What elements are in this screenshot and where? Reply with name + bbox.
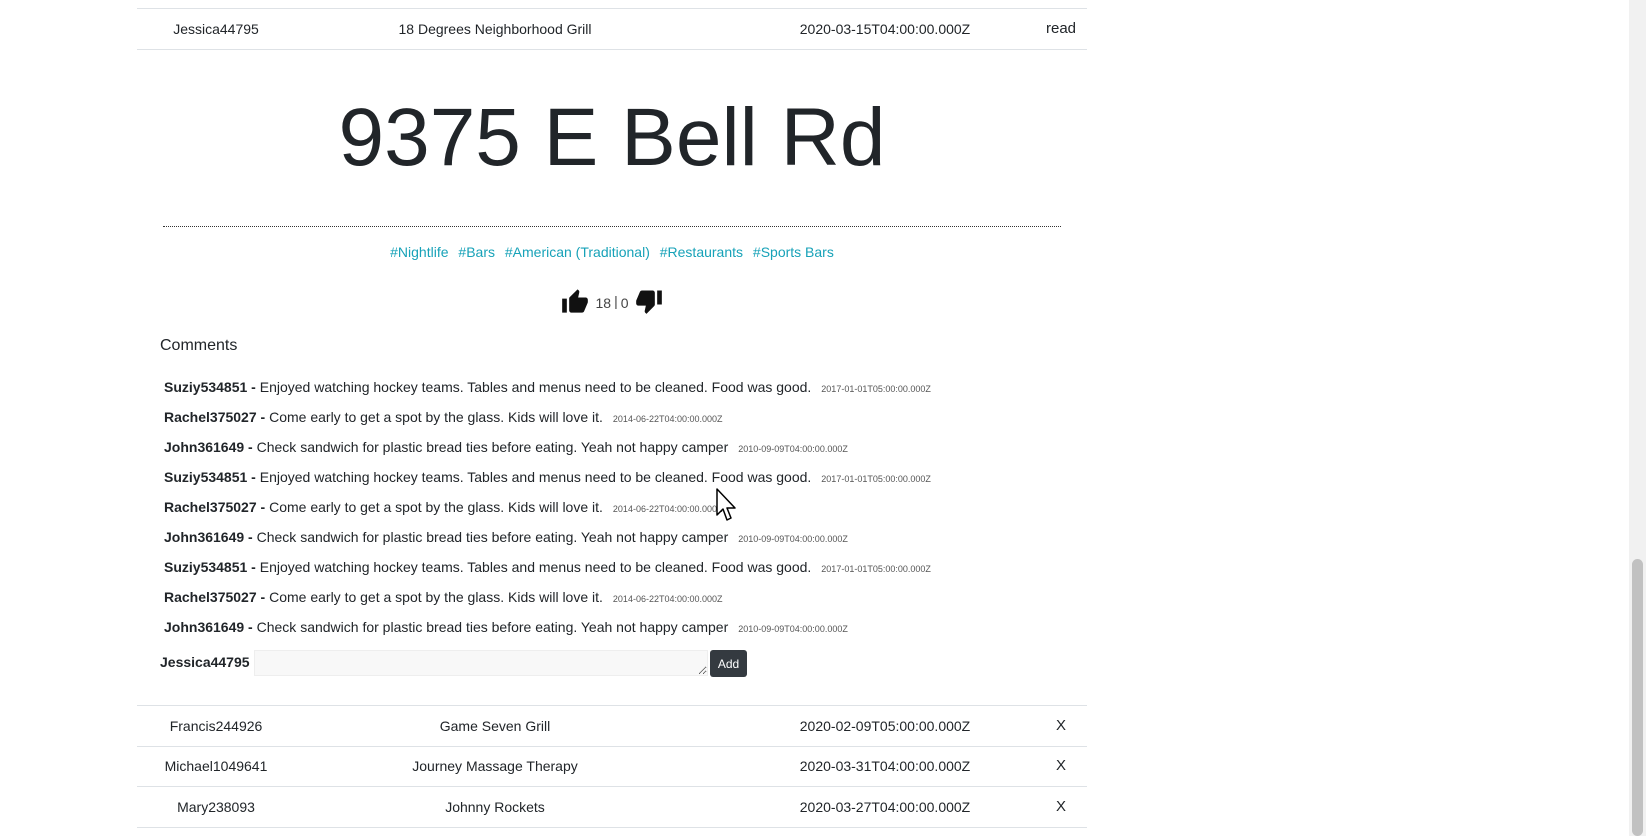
comment-text: Enjoyed watching hockey teams. Tables an… (259, 379, 812, 395)
comment-date: 2017-01-01T05:00:00.000Z (821, 564, 931, 574)
row-user: Mary238093 (177, 799, 255, 815)
comment-text: Check sandwich for plastic bread ties be… (256, 529, 729, 545)
comment-item: Suziy534851 - Enjoyed watching hockey te… (164, 469, 931, 485)
vote-separator: | (614, 293, 618, 310)
row-user: Michael1049641 (164, 758, 268, 774)
comment-author: Rachel375027 (164, 409, 257, 425)
row-date: 2020-02-09T05:00:00.000Z (799, 718, 971, 734)
tag-list: #Nightlife #Bars #American (Traditional)… (137, 244, 1087, 260)
comment-item: John361649 - Check sandwich for plastic … (164, 619, 848, 635)
row-date: 2020-03-31T04:00:00.000Z (799, 758, 971, 774)
row-date: 2020-03-15T04:00:00.000Z (799, 21, 971, 37)
comment-date: 2014-06-22T04:00:00.000Z (612, 594, 723, 604)
table-row[interactable]: Francis244926 Game Seven Grill 2020-02-0… (137, 705, 1087, 747)
table-row[interactable]: Jessica44795 18 Degrees Neighborhood Gri… (137, 8, 1087, 50)
current-user: Jessica44795 (160, 654, 250, 670)
add-comment-button[interactable]: Add (710, 650, 747, 677)
table-row[interactable]: Michael1049641 Journey Massage Therapy 2… (137, 746, 1087, 787)
scrollbar-thumb[interactable] (1632, 559, 1643, 836)
row-delete-button[interactable]: X (1035, 746, 1087, 786)
comment-item: Suziy534851 - Enjoyed watching hockey te… (164, 559, 931, 575)
comment-author: Rachel375027 (164, 499, 257, 515)
comment-item: John361649 - Check sandwich for plastic … (164, 529, 848, 545)
row-date: 2020-03-27T04:00:00.000Z (799, 799, 971, 815)
comment-date: 2010-09-09T04:00:00.000Z (738, 444, 848, 454)
comment-date: 2010-09-09T04:00:00.000Z (738, 624, 848, 634)
table-row[interactable]: Mary238093 Johnny Rockets 2020-03-27T04:… (137, 787, 1087, 828)
comment-author: Suziy534851 (164, 469, 248, 485)
comment-text: Come early to get a spot by the glass. K… (269, 589, 603, 605)
comment-item: Rachel375027 - Come early to get a spot … (164, 589, 723, 605)
comment-author: John361649 (164, 529, 245, 545)
tag-link[interactable]: #Sports Bars (753, 244, 834, 260)
comment-date: 2014-06-22T04:00:00.000Z (612, 504, 723, 514)
vote-bar: 18 | 0 (137, 287, 1087, 318)
tag-link[interactable]: #Restaurants (660, 244, 743, 260)
comment-text: Enjoyed watching hockey teams. Tables an… (259, 469, 812, 485)
vertical-scrollbar[interactable] (1629, 0, 1646, 836)
comment-date: 2010-09-09T04:00:00.000Z (738, 534, 848, 544)
comments-heading: Comments (160, 337, 238, 354)
comment-text: Come early to get a spot by the glass. K… (269, 499, 603, 515)
comment-author: John361649 (164, 439, 245, 455)
row-delete-button[interactable]: X (1035, 787, 1087, 827)
row-read-link[interactable]: read (1035, 9, 1087, 49)
tag-link[interactable]: #American (Traditional) (505, 244, 650, 260)
mouse-pointer-icon (716, 488, 736, 521)
row-business: 18 Degrees Neighborhood Grill (398, 21, 592, 37)
comment-author: Rachel375027 (164, 589, 257, 605)
row-user: Francis244926 (169, 718, 263, 734)
comment-item: Rachel375027 - Come early to get a spot … (164, 499, 723, 515)
comment-date: 2017-01-01T05:00:00.000Z (821, 474, 931, 484)
thumbs-down-icon[interactable] (635, 287, 663, 318)
comment-input[interactable] (254, 650, 708, 676)
thumbs-up-icon[interactable] (561, 287, 589, 318)
comment-author: Suziy534851 (164, 379, 248, 395)
comment-date: 2017-01-01T05:00:00.000Z (821, 384, 931, 394)
comment-item: John361649 - Check sandwich for plastic … (164, 439, 848, 455)
business-address: 9375 E Bell Rd (338, 92, 886, 183)
row-user: Jessica44795 (173, 21, 259, 37)
tag-link[interactable]: #Nightlife (390, 244, 448, 260)
tag-link[interactable]: #Bars (458, 244, 495, 260)
comment-author: John361649 (164, 619, 245, 635)
likes-count: 18 (595, 294, 612, 311)
comment-text: Come early to get a spot by the glass. K… (269, 409, 603, 425)
comment-item: Suziy534851 - Enjoyed watching hockey te… (164, 379, 931, 395)
comment-author: Suziy534851 (164, 559, 248, 575)
row-delete-button[interactable]: X (1035, 706, 1087, 746)
comment-date: 2014-06-22T04:00:00.000Z (612, 414, 723, 424)
row-business: Game Seven Grill (439, 718, 551, 734)
comment-item: Rachel375027 - Come early to get a spot … (164, 409, 723, 425)
divider (163, 226, 1061, 227)
review-list: Jessica44795 18 Degrees Neighborhood Gri… (137, 0, 1087, 836)
dislikes-count: 0 (620, 294, 629, 311)
comment-text: Check sandwich for plastic bread ties be… (256, 619, 729, 635)
row-business: Journey Massage Therapy (412, 758, 578, 774)
comment-text: Check sandwich for plastic bread ties be… (256, 439, 729, 455)
comment-text: Enjoyed watching hockey teams. Tables an… (259, 559, 812, 575)
row-business: Johnny Rockets (445, 799, 545, 815)
